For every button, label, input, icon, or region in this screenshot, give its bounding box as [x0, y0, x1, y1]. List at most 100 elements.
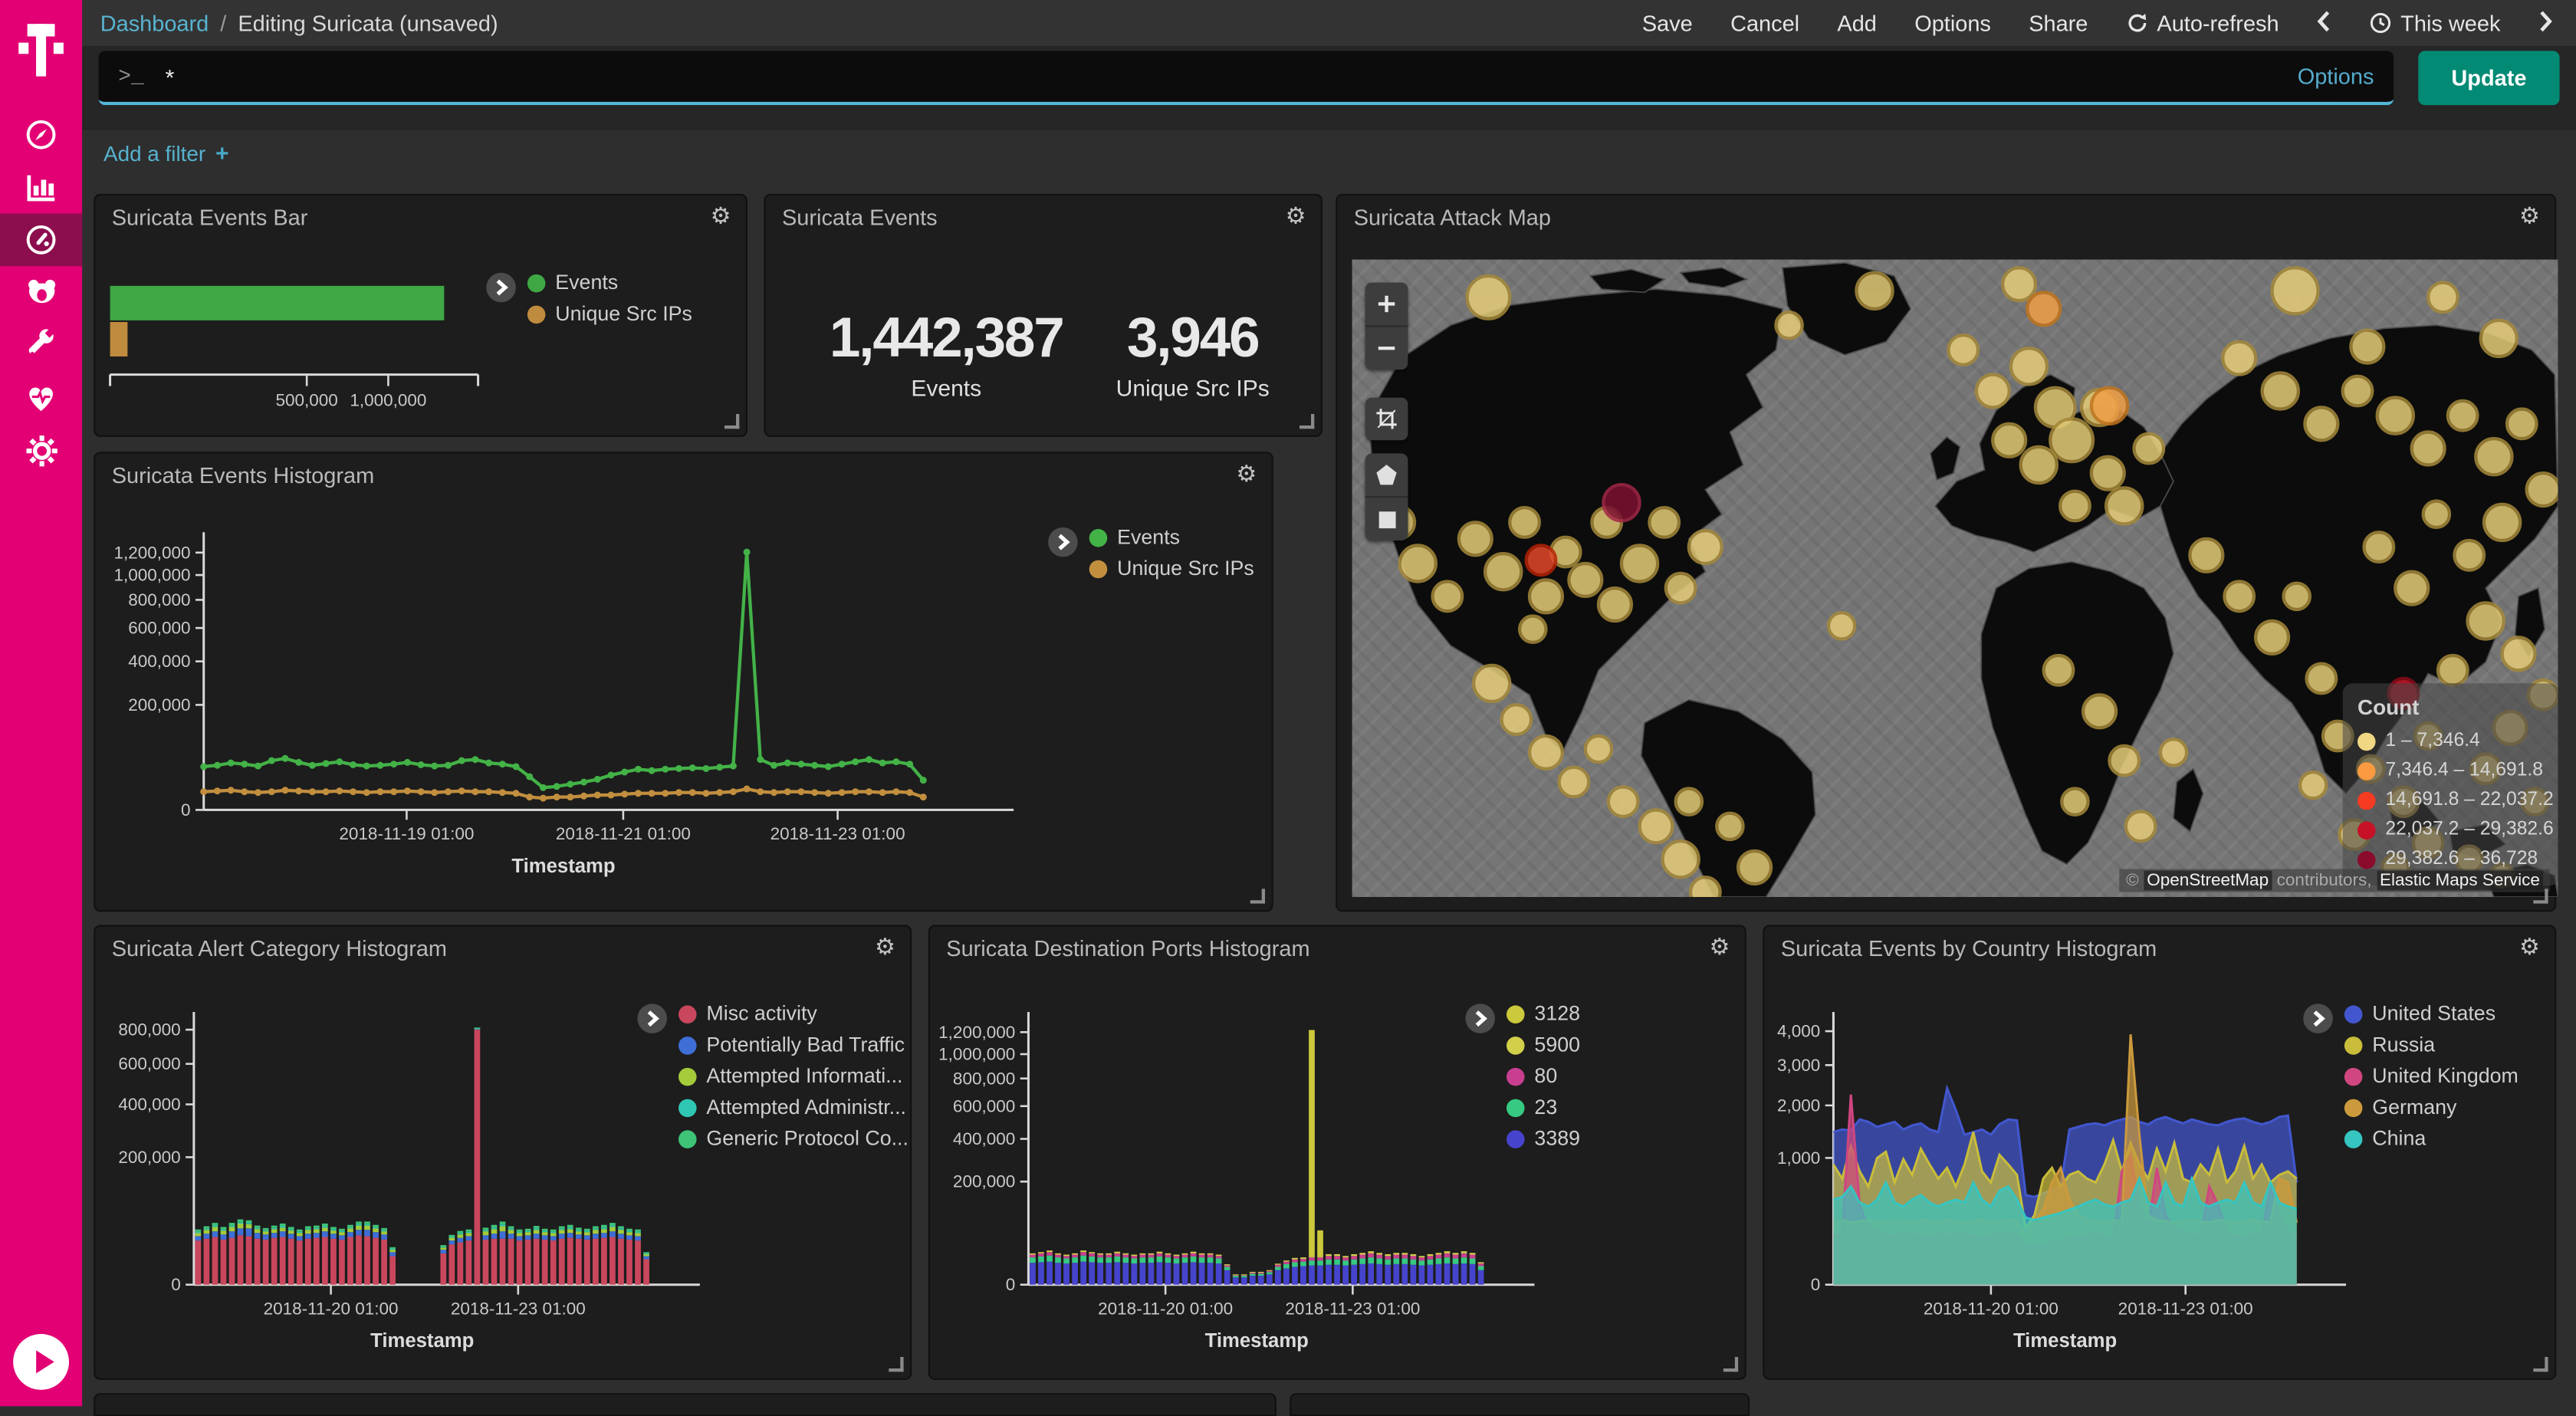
- map-circle[interactable]: [2026, 291, 2062, 327]
- map-circle[interactable]: [1584, 734, 1614, 764]
- legend-collapse-button[interactable]: [486, 273, 516, 303]
- osm-link[interactable]: OpenStreetMap: [2144, 871, 2272, 891]
- add-filter-button[interactable]: Add a filter +: [104, 140, 229, 166]
- map-circle[interactable]: [2270, 266, 2319, 315]
- legend-item[interactable]: Events: [1089, 526, 1254, 549]
- cancel-button[interactable]: Cancel: [1730, 11, 1799, 35]
- legend-collapse-button[interactable]: [1048, 527, 1078, 557]
- map-circle[interactable]: [1855, 271, 1894, 310]
- map-circle[interactable]: [1508, 506, 1541, 539]
- map-circle[interactable]: [2453, 539, 2486, 572]
- tmobile-logo[interactable]: [0, 0, 82, 95]
- map-circle[interactable]: [2466, 601, 2505, 640]
- map-circle[interactable]: [2104, 486, 2144, 525]
- attack-map[interactable]: Count 1 – 7,346.47,346.4 – 14,691.814,69…: [1352, 260, 2558, 897]
- events-bar-chart[interactable]: 500,0001,000,000: [95, 235, 588, 435]
- resize-handle[interactable]: [1723, 1357, 1738, 1372]
- map-circle[interactable]: [1638, 808, 1674, 844]
- map-circle[interactable]: [1715, 812, 1745, 842]
- map-circle[interactable]: [2500, 636, 2536, 672]
- legend-item[interactable]: Germany: [2344, 1096, 2518, 1119]
- map-circle[interactable]: [1500, 703, 1533, 736]
- legend-item[interactable]: Attempted Informati...: [678, 1065, 909, 1088]
- map-circle[interactable]: [2049, 417, 2095, 463]
- resize-handle[interactable]: [1250, 889, 1265, 903]
- resize-handle[interactable]: [889, 1357, 903, 1372]
- sidebar-item-visualize[interactable]: [0, 161, 82, 214]
- map-circle[interactable]: [1528, 734, 1564, 770]
- breadcrumb-dashboard-link[interactable]: Dashboard: [100, 11, 209, 35]
- map-circle[interactable]: [1398, 544, 1438, 583]
- map-circle[interactable]: [1648, 506, 1681, 539]
- map-circle[interactable]: [1528, 578, 1564, 614]
- legend-collapse-button[interactable]: [637, 1004, 667, 1033]
- time-forward-button[interactable]: [2538, 9, 2553, 37]
- map-circle[interactable]: [2058, 490, 2091, 523]
- map-circle[interactable]: [2410, 430, 2446, 466]
- map-circle[interactable]: [2042, 654, 2075, 687]
- panel-gear-button[interactable]: ⚙: [2519, 935, 2540, 958]
- resize-handle[interactable]: [724, 414, 739, 429]
- map-circle[interactable]: [2482, 503, 2522, 542]
- panel-gear-button[interactable]: ⚙: [711, 204, 731, 227]
- map-circle[interactable]: [1431, 580, 1464, 613]
- map-circle[interactable]: [1607, 785, 1640, 818]
- map-circle[interactable]: [2254, 619, 2290, 655]
- query-options-link[interactable]: Options: [2298, 64, 2374, 89]
- legend-item[interactable]: 5900: [1506, 1033, 1580, 1056]
- map-circle[interactable]: [2060, 787, 2090, 816]
- map-circle[interactable]: [1602, 483, 1641, 522]
- legend-item[interactable]: 3389: [1506, 1127, 1580, 1150]
- map-circle[interactable]: [2159, 738, 2189, 767]
- legend-item[interactable]: Russia: [2344, 1033, 2518, 1056]
- dest-ports-chart[interactable]: 0200,000400,000600,000800,0001,000,0001,…: [930, 966, 1748, 1378]
- map-circle[interactable]: [2009, 347, 2049, 386]
- map-circle[interactable]: [2090, 386, 2129, 425]
- search-input[interactable]: >_ * Options: [99, 51, 2394, 105]
- map-circle[interactable]: [1947, 333, 1980, 366]
- expand-nav-button[interactable]: [13, 1334, 69, 1390]
- map-circle[interactable]: [2082, 693, 2118, 729]
- map-circle[interactable]: [2298, 770, 2328, 800]
- resize-handle[interactable]: [2533, 889, 2548, 903]
- zoom-in-button[interactable]: [1365, 283, 1408, 326]
- map-circle[interactable]: [2132, 432, 2165, 465]
- map-circle[interactable]: [2505, 407, 2538, 440]
- legend-item[interactable]: United States: [2344, 1002, 2518, 1025]
- map-circle[interactable]: [2525, 471, 2558, 508]
- map-circle[interactable]: [2474, 437, 2513, 476]
- ems-link[interactable]: Elastic Maps Service: [2377, 871, 2543, 891]
- map-circle[interactable]: [2188, 537, 2224, 573]
- add-button[interactable]: Add: [1837, 11, 1876, 35]
- map-circle[interactable]: [1674, 787, 1704, 816]
- map-circle[interactable]: [2303, 406, 2339, 442]
- sidebar-item-dashboard[interactable]: [0, 214, 82, 267]
- map-circle[interactable]: [1567, 562, 1603, 598]
- legend-item[interactable]: 80: [1506, 1065, 1580, 1088]
- update-button[interactable]: Update: [2418, 51, 2559, 105]
- legend-item[interactable]: 3128: [1506, 1002, 1580, 1025]
- map-circle[interactable]: [1525, 544, 1558, 577]
- draw-polygon-button[interactable]: [1365, 453, 1408, 496]
- legend-item[interactable]: 23: [1506, 1096, 1580, 1119]
- zoom-out-button[interactable]: [1365, 325, 1408, 370]
- panel-gear-button[interactable]: ⚙: [1236, 462, 1257, 485]
- legend-collapse-button[interactable]: [2303, 1004, 2333, 1033]
- time-back-button[interactable]: [2317, 9, 2331, 37]
- map-circle[interactable]: [1975, 373, 2011, 409]
- map-circle[interactable]: [1484, 552, 1523, 591]
- legend-item[interactable]: Misc activity: [678, 1002, 909, 1025]
- map-circle[interactable]: [2436, 654, 2469, 687]
- auto-refresh-button[interactable]: Auto-refresh: [2126, 11, 2279, 35]
- map-circle[interactable]: [1774, 310, 1804, 340]
- legend-item[interactable]: Events: [527, 271, 692, 294]
- map-circle[interactable]: [2394, 570, 2430, 606]
- legend-item[interactable]: Attempted Administr...: [678, 1096, 909, 1119]
- panel-gear-button[interactable]: ⚙: [1710, 935, 1730, 958]
- panel-gear-button[interactable]: ⚙: [875, 935, 895, 958]
- resize-handle[interactable]: [1300, 414, 1314, 429]
- map-circle[interactable]: [2108, 744, 2141, 777]
- sidebar-item-dev-tools[interactable]: [0, 319, 82, 372]
- legend-item[interactable]: Unique Src IPs: [1089, 557, 1254, 580]
- map-circle[interactable]: [1465, 274, 1511, 320]
